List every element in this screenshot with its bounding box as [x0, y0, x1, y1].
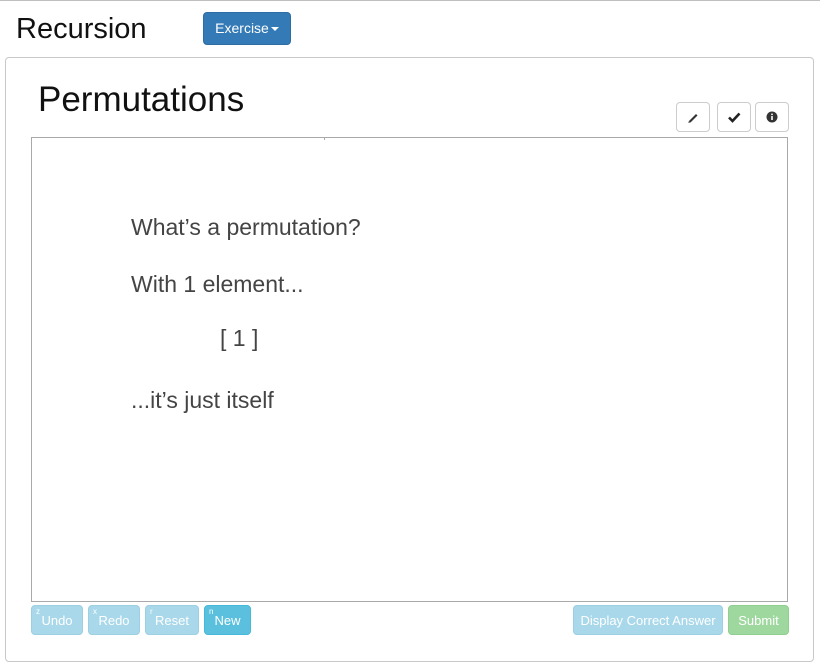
- reset-button[interactable]: r Reset: [145, 605, 199, 635]
- slide-line-question: What’s a permutation?: [131, 214, 361, 240]
- submit-button[interactable]: Submit: [728, 605, 789, 635]
- info-button[interactable]: [755, 102, 789, 132]
- slide-canvas: [31, 137, 788, 602]
- pencil-icon: [688, 114, 698, 123]
- reset-shortcut-key: r: [150, 607, 153, 616]
- reset-label: Reset: [155, 613, 189, 628]
- exercise-title: Permutations: [38, 80, 245, 119]
- page-title: Recursion: [16, 13, 147, 45]
- edit-button[interactable]: [676, 102, 710, 132]
- top-divider: [0, 0, 820, 1]
- exercise-button-label: Exercise: [215, 20, 269, 36]
- display-correct-answer-button[interactable]: Display Correct Answer: [573, 605, 723, 635]
- caret-down-icon: [270, 27, 279, 32]
- slide-line-array: [ 1 ]: [220, 325, 259, 351]
- slide-line-one-element: With 1 element...: [131, 271, 304, 297]
- canvas-tick: [324, 137, 325, 140]
- new-shortcut-key: n: [209, 607, 214, 616]
- undo-button[interactable]: z Undo: [31, 605, 83, 635]
- info-circle-icon: [766, 111, 778, 123]
- redo-shortcut-key: x: [93, 607, 97, 616]
- undo-shortcut-key: z: [36, 607, 40, 616]
- redo-button[interactable]: x Redo: [88, 605, 140, 635]
- new-button[interactable]: n New: [204, 605, 251, 635]
- undo-label: Undo: [41, 613, 73, 628]
- checkmark-icon: [728, 112, 741, 123]
- check-button[interactable]: [717, 102, 751, 132]
- new-label: New: [214, 613, 241, 628]
- exercise-dropdown-button[interactable]: Exercise: [203, 12, 291, 45]
- redo-label: Redo: [98, 613, 130, 628]
- slide-line-itself: ...it’s just itself: [131, 387, 274, 413]
